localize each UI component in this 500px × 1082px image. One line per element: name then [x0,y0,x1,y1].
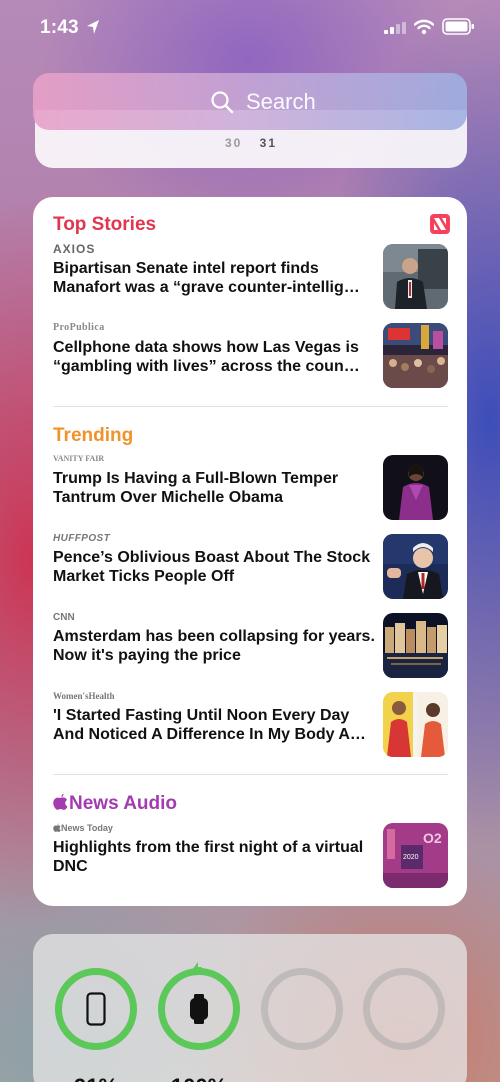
news-audio-label: News Audio [69,793,178,814]
iphone-icon [86,992,106,1026]
charging-bolt-icon [192,962,202,976]
search-icon [211,91,234,114]
story-thumbnail[interactable] [383,534,448,599]
section-title-top-stories: Top Stories [53,214,157,235]
story-source: HUFFPOST [53,533,111,544]
svg-text:2020: 2020 [403,854,419,861]
story-source: AXIOS [53,242,96,256]
calendar-dates: 30 31 [35,136,467,150]
cellular-signal-icon [384,22,406,34]
calendar-date: 30 [224,136,243,150]
apple-logo-icon [53,823,61,832]
story-headline[interactable]: Bipartisan Senate intel report finds Man… [53,259,375,297]
location-arrow-icon [87,20,99,34]
story-headline[interactable]: Cellphone data shows how Las Vegas is “g… [53,338,375,376]
news-widget[interactable]: Top Stories AXIOS Bipartisan Senate inte… [33,197,467,906]
search-bar[interactable]: Search [33,73,467,130]
search-placeholder: Search [246,89,316,114]
section-divider [53,406,448,407]
story-headline[interactable]: Pence’s Oblivious Boast About The Stock … [53,548,375,586]
story-source: VANITY FAIR [53,454,105,463]
story-thumbnail[interactable] [383,455,448,520]
story-headline[interactable]: Highlights from the first night of a vir… [53,838,375,876]
section-divider [53,774,448,775]
wifi-icon [414,19,434,35]
podcast-name: News Today [61,823,113,833]
calendar-date: 31 [259,136,278,150]
story-source: ProPublica [53,322,105,333]
story-source: CNN [53,612,75,623]
story-headline[interactable]: 'I Started Fasting Until Noon Every Day … [53,706,375,744]
battery-percent-watch: 100% [158,1074,240,1082]
story-source: Women'sHealth [53,691,115,701]
battery-ring-iphone [55,968,137,1050]
apple-logo-icon [53,793,68,810]
story-thumbnail[interactable] [383,323,448,388]
story-thumbnail[interactable] [383,692,448,757]
section-title-trending: Trending [53,425,134,446]
status-time: 1:43 [40,17,79,38]
story-thumbnail[interactable] [383,244,448,309]
story-source: News Today [53,823,113,833]
apple-news-logo-icon [430,214,450,234]
battery-ring-empty [363,968,445,1050]
svg-text:O2: O2 [423,830,442,846]
status-bar: 1:43 [0,0,500,56]
story-headline[interactable]: Trump Is Having a Full-Blown Temper Tant… [53,469,375,507]
battery-percent-iphone: 91% [55,1074,137,1082]
battery-icon [442,18,474,35]
apple-watch-icon [190,994,208,1024]
batteries-widget[interactable]: 91% 100% [33,934,467,1082]
story-thumbnail[interactable]: 2020 O2 [383,823,448,888]
battery-ring-empty [261,968,343,1050]
story-thumbnail[interactable] [383,613,448,678]
section-title-news-audio: News Audio [53,793,177,815]
battery-ring-watch [158,962,240,1050]
story-headline[interactable]: Amsterdam has been collapsing for years.… [53,627,375,665]
